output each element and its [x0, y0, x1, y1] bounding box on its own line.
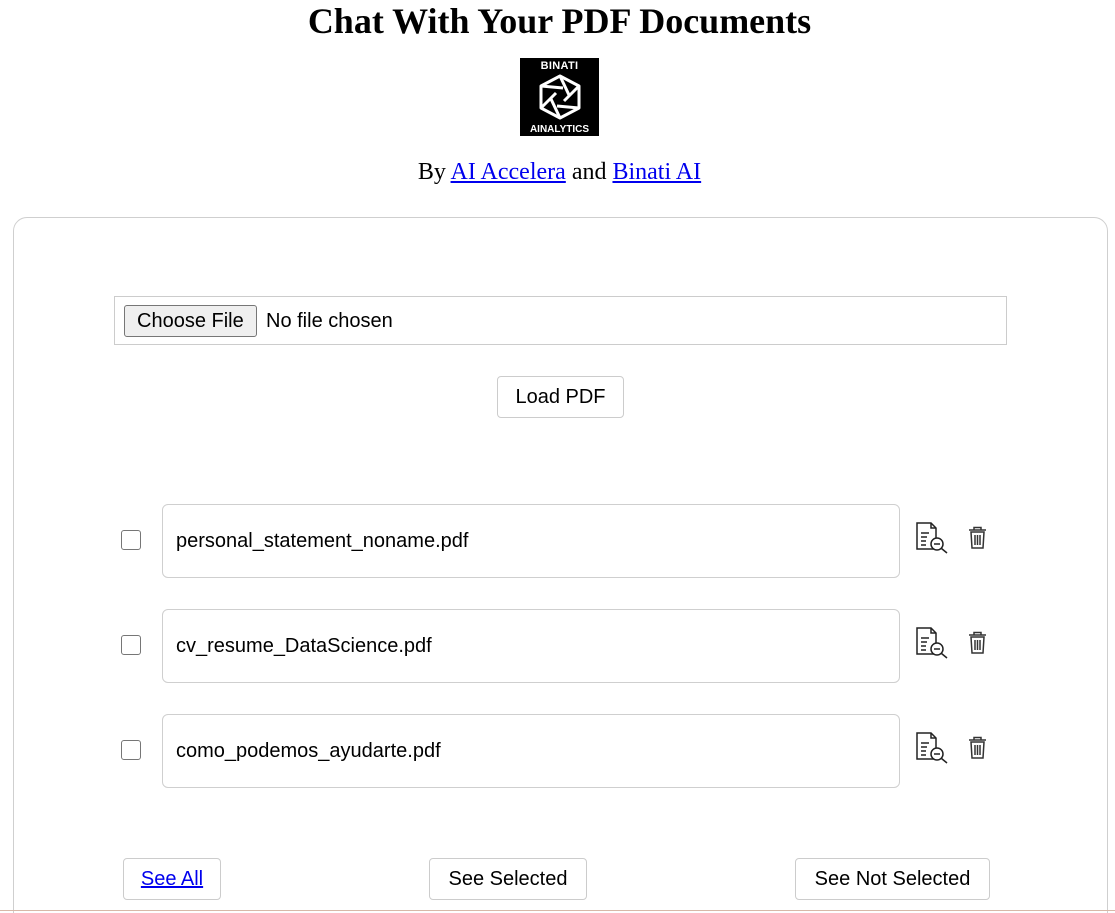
byline: By AI Accelera and Binati AI [0, 157, 1115, 187]
see-all-button[interactable]: See All [123, 858, 221, 900]
see-selected-button[interactable]: See Selected [429, 858, 587, 900]
document-checkbox[interactable] [121, 740, 141, 760]
document-name-field[interactable]: cv_resume_DataScience.pdf [162, 609, 900, 683]
document-search-icon[interactable] [914, 626, 950, 660]
brand-logo: BINATI AINALYTICS [520, 58, 599, 136]
file-status-text: No file chosen [266, 310, 393, 332]
trash-icon[interactable] [967, 526, 988, 550]
page-bottom-divider [0, 910, 1115, 911]
page-title: Chat With Your PDF Documents [307, 1, 812, 41]
choose-file-button[interactable]: Choose File [124, 305, 257, 337]
aperture-logo-icon [539, 74, 581, 120]
byline-prefix: By [417, 159, 446, 185]
load-pdf-button[interactable]: Load PDF [497, 376, 624, 418]
document-name-field[interactable]: como_podemos_ayudarte.pdf [162, 714, 900, 788]
ai-accelera-link[interactable]: AI Accelera [451, 159, 566, 185]
see-not-selected-button[interactable]: See Not Selected [795, 858, 990, 900]
byline-conjunction: and [571, 159, 607, 185]
binati-ai-link[interactable]: Binati AI [612, 159, 701, 185]
trash-icon[interactable] [967, 736, 988, 760]
file-input[interactable]: Choose File No file chosen [114, 296, 1007, 345]
trash-icon[interactable] [967, 631, 988, 655]
logo-text-top: BINATI [540, 60, 579, 72]
document-checkbox[interactable] [121, 530, 141, 550]
document-checkbox[interactable] [121, 635, 141, 655]
logo-text-bottom: AINALYTICS [529, 124, 590, 135]
document-search-icon[interactable] [914, 731, 950, 765]
document-name-field[interactable]: personal_statement_noname.pdf [162, 504, 900, 578]
see-all-link[interactable]: See All [141, 868, 203, 890]
document-search-icon[interactable] [914, 521, 950, 555]
